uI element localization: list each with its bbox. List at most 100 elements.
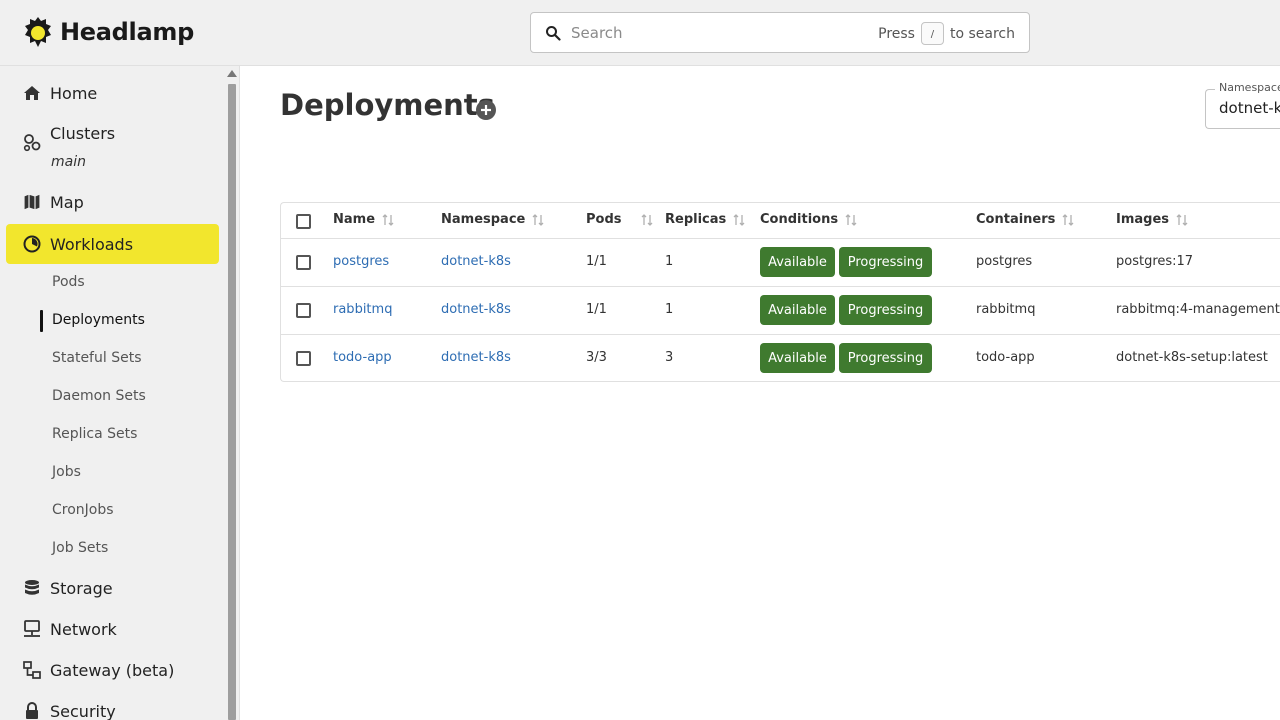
table-row: postgres dotnet-k8s 1/1 1 Available Prog… xyxy=(281,239,1280,287)
current-cluster-name[interactable]: main xyxy=(51,154,86,170)
column-header-label: Conditions xyxy=(760,211,839,227)
column-header-replicas[interactable]: Replicas xyxy=(665,211,746,227)
app-logo[interactable]: Headlamp xyxy=(24,16,194,48)
column-header-conditions[interactable]: Conditions xyxy=(760,211,858,227)
deployments-table: Name Namespace Pods Replicas Conditions … xyxy=(280,202,1280,382)
condition-chip-progressing: Progressing xyxy=(839,247,932,277)
sidebar-item-storage[interactable]: Storage xyxy=(6,568,219,608)
container-name: rabbitmq xyxy=(976,302,1036,317)
condition-chip-progressing: Progressing xyxy=(839,295,932,325)
sidebar-subitem-deployments[interactable]: Deployments xyxy=(52,312,145,328)
sidebar-subitem-replica-sets[interactable]: Replica Sets xyxy=(52,426,137,442)
sidebar-subitem-pods[interactable]: Pods xyxy=(52,274,85,290)
image-name: postgres:17 xyxy=(1116,254,1194,269)
active-indicator xyxy=(40,310,43,332)
row-checkbox[interactable] xyxy=(296,303,311,318)
sidebar-item-workloads[interactable]: Workloads xyxy=(6,224,219,264)
container-name: postgres xyxy=(976,254,1033,269)
sort-icon xyxy=(641,214,652,226)
sidebar-item-security[interactable]: Security xyxy=(6,691,219,720)
sidebar: Home Clusters main Map Workloads Pods De… xyxy=(0,66,240,720)
lock-icon xyxy=(26,702,38,719)
home-icon xyxy=(24,86,40,100)
sidebar-item-label: Network xyxy=(50,619,117,639)
deployment-name-link[interactable]: postgres xyxy=(333,254,389,269)
row-checkbox[interactable] xyxy=(296,351,311,366)
sidebar-item-label: Map xyxy=(50,192,84,212)
condition-chip-available: Available xyxy=(760,343,835,373)
column-header-name[interactable]: Name xyxy=(333,211,395,227)
sidebar-item-home[interactable]: Home xyxy=(6,73,219,113)
sidebar-item-clusters[interactable]: Clusters xyxy=(6,114,219,154)
sidebar-item-label: Workloads xyxy=(50,234,134,254)
storage-icon xyxy=(25,580,39,595)
headlamp-logo-icon xyxy=(25,17,51,47)
workloads-icon xyxy=(23,235,41,253)
sidebar-subitem-stateful-sets[interactable]: Stateful Sets xyxy=(52,350,141,366)
image-name: dotnet-k8s-setup:latest xyxy=(1116,350,1268,365)
table-row: rabbitmq dotnet-k8s 1/1 1 Available Prog… xyxy=(281,287,1280,335)
search-input[interactable] xyxy=(571,23,861,42)
gateway-icon xyxy=(23,661,41,679)
image-name: rabbitmq:4-management xyxy=(1116,302,1280,317)
sidebar-item-map[interactable]: Map xyxy=(6,182,219,222)
sidebar-item-label: Security xyxy=(50,701,116,720)
sidebar-subitem-jobs[interactable]: Jobs xyxy=(52,464,81,480)
deployment-name-link[interactable]: todo-app xyxy=(333,350,392,365)
pods-count: 1/1 xyxy=(586,302,607,317)
column-header-label: Namespace xyxy=(441,211,526,227)
sidebar-subitem-cronjobs[interactable]: CronJobs xyxy=(52,502,114,518)
sort-icon xyxy=(845,214,857,226)
namespace-selector-label: Namespaces xyxy=(1215,81,1280,94)
column-header-images[interactable]: Images xyxy=(1116,211,1189,227)
replicas-count: 1 xyxy=(665,302,674,317)
replicas-count: 3 xyxy=(665,350,674,365)
sidebar-item-label: Storage xyxy=(50,578,113,598)
column-header-label: Replicas xyxy=(665,211,727,227)
condition-chip-progressing: Progressing xyxy=(839,343,932,373)
pods-count: 1/1 xyxy=(586,254,607,269)
plus-icon xyxy=(481,105,491,115)
container-name: todo-app xyxy=(976,350,1035,365)
namespace-link[interactable]: dotnet-k8s xyxy=(441,350,511,365)
sort-icon xyxy=(1176,214,1188,226)
network-icon xyxy=(24,620,40,637)
sidebar-subitem-job-sets[interactable]: Job Sets xyxy=(52,540,108,556)
namespace-link[interactable]: dotnet-k8s xyxy=(441,302,511,317)
search-bar[interactable]: Press / to search xyxy=(530,12,1030,53)
sidebar-scroll-up-arrow[interactable] xyxy=(227,70,237,77)
app-name: Headlamp xyxy=(60,18,194,46)
sidebar-item-gateway[interactable]: Gateway (beta) xyxy=(6,650,219,690)
sort-icon xyxy=(532,214,544,226)
table-header-row: Name Namespace Pods Replicas Conditions … xyxy=(281,203,1280,239)
sort-icon xyxy=(1062,214,1074,226)
pods-count: 3/3 xyxy=(586,350,607,365)
sidebar-item-network[interactable]: Network xyxy=(6,609,219,649)
row-checkbox[interactable] xyxy=(296,255,311,270)
deployment-name-link[interactable]: rabbitmq xyxy=(333,302,392,317)
column-header-label: Name xyxy=(333,211,376,227)
search-shortcut-key: / xyxy=(920,22,944,45)
column-header-namespace[interactable]: Namespace xyxy=(441,211,545,227)
column-header-label: Pods xyxy=(586,211,622,227)
column-header-pods[interactable]: Pods xyxy=(586,211,654,227)
sidebar-item-label: Home xyxy=(50,83,98,103)
search-hint-suffix: to search xyxy=(949,25,1015,42)
column-header-label: Containers xyxy=(976,211,1056,227)
select-all-checkbox[interactable] xyxy=(296,214,311,229)
sidebar-item-label: Gateway (beta) xyxy=(50,660,175,680)
sidebar-subitem-daemon-sets[interactable]: Daemon Sets xyxy=(52,388,146,404)
add-deployment-button[interactable] xyxy=(476,100,496,120)
search-icon xyxy=(546,25,561,41)
page-title: Deployments xyxy=(280,88,495,122)
namespace-selector-value[interactable]: dotnet-k8s xyxy=(1219,99,1280,117)
sidebar-item-label: Clusters xyxy=(50,124,116,143)
top-bar: Headlamp Press / to search xyxy=(0,0,1280,66)
column-header-containers[interactable]: Containers xyxy=(976,211,1075,227)
sort-icon xyxy=(733,214,745,226)
sidebar-scrollbar-thumb[interactable] xyxy=(228,84,236,720)
namespace-link[interactable]: dotnet-k8s xyxy=(441,254,511,269)
column-header-label: Images xyxy=(1116,211,1170,227)
map-icon xyxy=(23,193,41,211)
clusters-icon xyxy=(23,134,41,152)
